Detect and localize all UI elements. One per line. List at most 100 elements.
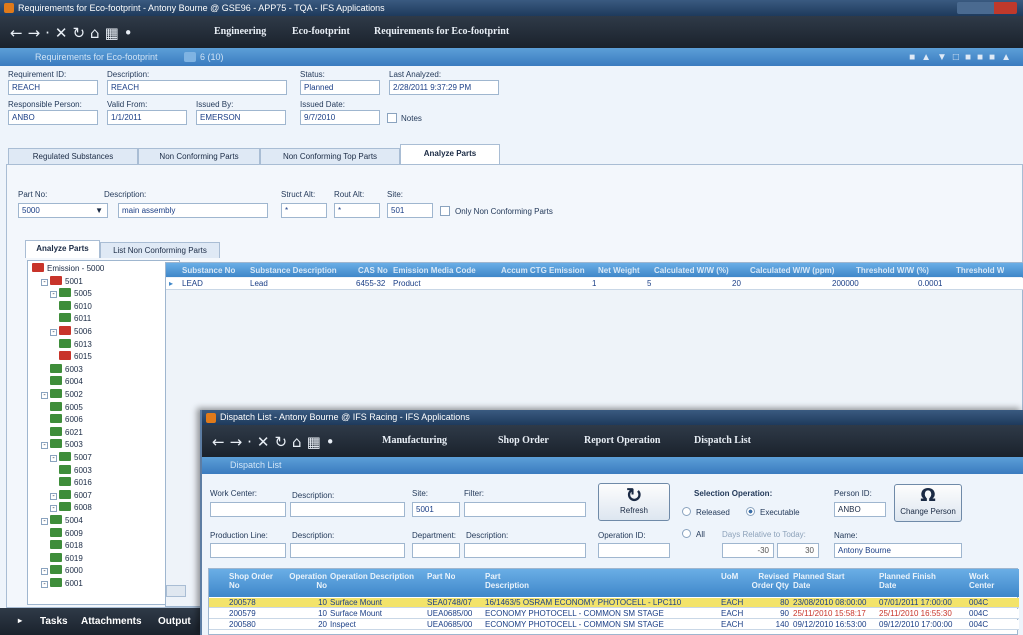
breadcrumb-requirements[interactable]: Requirements for Eco-footprint xyxy=(374,26,509,37)
col-accum-ctg[interactable]: Accum CTG Emission xyxy=(501,266,585,275)
tree-node[interactable]: 6018 xyxy=(50,540,83,551)
all-radio[interactable] xyxy=(682,529,691,538)
valid-from-field[interactable]: 1/1/2011 xyxy=(107,110,187,125)
tree-expander-icon[interactable]: - xyxy=(41,278,48,286)
production-line-field[interactable] xyxy=(210,543,286,558)
dispatch-row[interactable]: 200580 20 Inspect UEA0685/00 ECONOMY PHOTOCE… xyxy=(209,620,1019,630)
col-net-weight[interactable]: Net Weight xyxy=(598,266,640,275)
row-selector-icon[interactable]: ▸ xyxy=(169,279,173,288)
tree-node[interactable]: - 6007 xyxy=(50,489,92,501)
col-shop-order-no[interactable]: Shop Order No xyxy=(229,572,281,590)
dispatch-cell[interactable]: Inspect xyxy=(330,620,420,629)
tree-expander-icon[interactable]: - xyxy=(50,291,57,299)
dispatch-cell[interactable]: 09/12/2010 16:53:00 xyxy=(793,620,877,629)
tree-node[interactable]: - 6000 xyxy=(41,565,83,576)
breadcrumb-report-operation[interactable]: Report Operation xyxy=(584,435,660,446)
subtab-list-non-conforming[interactable]: List Non Conforming Parts xyxy=(100,242,220,258)
dispatch-cell[interactable]: UEA0685/00 xyxy=(427,620,483,629)
dispatch-cell[interactable]: 004C xyxy=(969,598,1009,607)
tree-node[interactable]: 6004 xyxy=(50,376,83,387)
dispatch-cell[interactable]: 90 xyxy=(757,609,789,618)
tree-node[interactable]: - 5001 xyxy=(41,275,83,287)
dept-desc-field[interactable] xyxy=(464,543,586,558)
tree-expander-icon[interactable]: - xyxy=(41,518,48,525)
col-part-desc[interactable]: Part Description xyxy=(485,572,545,590)
dispatch-cell[interactable]: 200580 xyxy=(229,620,281,629)
dispatch-cell[interactable]: 004C xyxy=(969,620,1009,629)
col-cas-no[interactable]: CAS No xyxy=(358,266,388,275)
col-threshold-pct[interactable]: Threshold W/W (%) xyxy=(856,266,929,275)
dispatch-row[interactable]: 200579 10 Surface Mount UEA0685/00 ECONOMY P… xyxy=(209,609,1019,619)
tree-node[interactable]: 6010 xyxy=(59,300,92,312)
col-emission-media[interactable]: Emission Media Code xyxy=(393,266,476,275)
tree-node[interactable]: - 5004 xyxy=(41,515,83,526)
tree-node[interactable]: 6016 xyxy=(59,477,92,488)
part-desc-field[interactable]: main assembly xyxy=(118,203,268,218)
col-operation-no[interactable]: Operation No xyxy=(285,572,327,590)
change-person-button[interactable]: Ω Change Person xyxy=(894,484,962,522)
nav-toolbar-icons[interactable]: ←→·✕↻⌂▦• xyxy=(10,24,138,42)
tree-node[interactable]: - 6001 xyxy=(41,578,83,589)
record-nav-button[interactable] xyxy=(184,52,196,62)
rout-alt-field[interactable]: * xyxy=(334,203,380,218)
tree-node[interactable]: - 5006 xyxy=(50,326,92,337)
dispatch-cell[interactable]: 10 xyxy=(285,598,327,607)
dispatch-cell[interactable]: 25/11/2010 16:55:30 xyxy=(879,609,965,618)
days-to-field[interactable]: 30 xyxy=(777,543,819,558)
tree-node[interactable]: - 5005 xyxy=(50,288,92,299)
dispatch-cell[interactable]: 25/11/2010 15:58:17 xyxy=(793,609,877,618)
dispatch-cell[interactable]: SEA0748/07 xyxy=(427,598,483,607)
cell-substance-desc[interactable]: Lead xyxy=(250,279,268,288)
window-controls[interactable] xyxy=(957,2,1017,14)
work-center-field[interactable] xyxy=(210,502,286,517)
analysis-row[interactable]: ▸ LEAD Lead 6455-32 Product 1 5 20 20000… xyxy=(166,278,1023,290)
req-desc-field[interactable]: REACH xyxy=(107,80,287,95)
breadcrumb-dispatch-list[interactable]: Dispatch List xyxy=(694,435,751,446)
col-substance-desc[interactable]: Substance Description xyxy=(250,266,337,275)
attachments-button[interactable]: Attachments xyxy=(81,616,142,627)
tree-expander-icon[interactable]: - xyxy=(41,392,48,399)
dispatch-cell[interactable]: EACH xyxy=(721,620,751,629)
part-no-field[interactable]: 5000 ▼ xyxy=(18,203,108,218)
tree-node[interactable]: - 5007 xyxy=(50,452,92,463)
output-button[interactable]: Output xyxy=(158,616,191,627)
dispatch-site-field[interactable]: 5001 xyxy=(412,502,460,517)
tree-expander-icon[interactable]: - xyxy=(41,568,48,576)
dispatch-nav-toolbar-icons[interactable]: ←→·✕↻⌂▦• xyxy=(212,433,340,451)
dispatch-cell[interactable]: ECONOMY PHOTOCELL - COMMON SM STAGE xyxy=(485,620,717,629)
dispatch-cell[interactable]: EACH xyxy=(721,609,751,618)
tree-node[interactable]: 6015 xyxy=(59,351,92,362)
tree-node[interactable]: - 5002 xyxy=(41,389,83,400)
site-field[interactable]: 501 xyxy=(387,203,433,218)
tree-expander-icon[interactable]: - xyxy=(50,455,57,462)
dispatch-cell[interactable]: 200578 xyxy=(229,598,281,607)
tree-node[interactable]: 6011 xyxy=(59,313,91,324)
tab-non-conforming-parts[interactable]: Non Conforming Parts xyxy=(138,148,260,164)
person-id-field[interactable]: ANBO xyxy=(834,502,886,517)
tree-node[interactable]: Emission - 5000 xyxy=(32,263,104,274)
operation-id-field[interactable] xyxy=(598,543,670,558)
col-threshold-more[interactable]: Threshold W xyxy=(956,266,1004,275)
responsible-field[interactable]: ANBO xyxy=(8,110,98,125)
dispatch-cell[interactable]: 140 xyxy=(757,620,789,629)
breadcrumb-engineering[interactable]: Engineering xyxy=(214,26,266,37)
name-field[interactable]: Antony Bourne xyxy=(834,543,962,558)
status-field[interactable]: Planned xyxy=(300,80,380,95)
col-revised-qty[interactable]: Revised Order Qty xyxy=(737,572,789,590)
tab-non-conforming-top-parts[interactable]: Non Conforming Top Parts xyxy=(260,148,400,164)
refresh-button[interactable]: ↻ Refresh xyxy=(598,483,670,521)
filter-field[interactable] xyxy=(464,502,586,517)
dispatch-cell[interactable]: 16/1463/5 OSRAM ECONOMY PHOTOCELL - LPC1… xyxy=(485,598,717,607)
days-from-field[interactable]: -30 xyxy=(722,543,774,558)
tree-expander-icon[interactable]: - xyxy=(41,442,48,450)
tree-node[interactable]: 6021 xyxy=(50,426,83,438)
tree-node[interactable]: 6005 xyxy=(50,401,83,413)
cell-calc-ww-ppm[interactable]: 200000 xyxy=(832,279,859,288)
dispatch-cell[interactable]: 004C xyxy=(969,609,1009,618)
col-uom[interactable]: UoM xyxy=(721,572,738,581)
tree-node[interactable]: 6009 xyxy=(50,527,83,539)
tree-expander-icon[interactable]: - xyxy=(50,505,57,513)
tree-expander-icon[interactable]: - xyxy=(41,581,48,588)
col-calc-ww-pct[interactable]: Calculated W/W (%) xyxy=(654,266,729,275)
dispatch-cell[interactable]: EACH xyxy=(721,598,751,607)
